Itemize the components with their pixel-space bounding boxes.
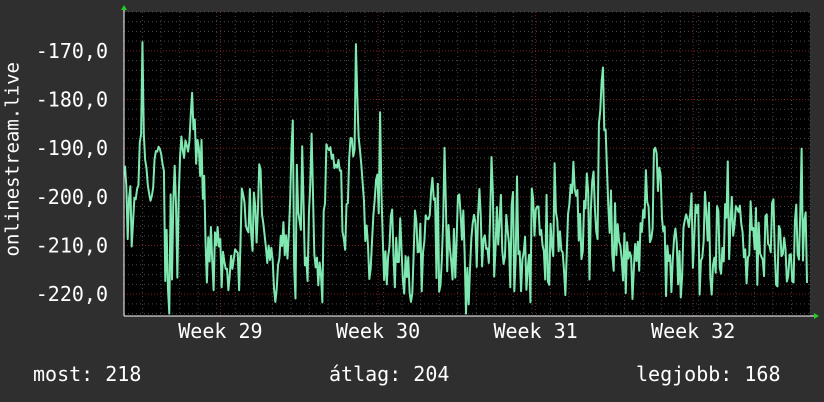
chart-panel: -170,0 -180,0 -190,0 -200,0 -210,0 -220,0 Wee… [0,0,824,402]
y-tick-label: -190,0 [36,136,108,160]
stat-current-value: 218 [105,362,142,386]
y-tick-labels: -170,0 -180,0 -190,0 -200,0 -210,0 -220,0 [36,39,108,306]
y-tick-label: -210,0 [36,233,108,257]
stat-current-label: most: [33,362,94,386]
x-tick-label: Week 30 [336,319,420,343]
x-tick-label: Week 31 [493,319,577,343]
stat-average-value: 204 [413,362,450,386]
y-tick-label: -170,0 [36,39,108,63]
y-tick-label: -200,0 [36,185,108,209]
x-tick-label: Week 29 [178,319,262,343]
x-tick-labels: Week 29 Week 30 Week 31 Week 32 [178,319,735,343]
stat-average: átlag: 204 [329,362,449,386]
y-tick-label: -180,0 [36,88,108,112]
y-axis-arrow [121,5,127,10]
x-tick-label: Week 32 [651,319,735,343]
stat-average-label: átlag: [329,362,402,386]
chart: -170,0 -180,0 -190,0 -200,0 -210,0 -220,0 Wee… [36,5,819,343]
x-axis-arrow [814,313,819,319]
stat-best: legjobb: 168 [636,362,781,386]
stat-best-value: 168 [744,362,781,386]
y-tick-label: -220,0 [36,282,108,306]
stat-current: most: 218 [33,362,141,386]
y-axis-label: onlinestream.live [1,62,24,257]
stat-best-label: legjobb: [636,362,733,386]
